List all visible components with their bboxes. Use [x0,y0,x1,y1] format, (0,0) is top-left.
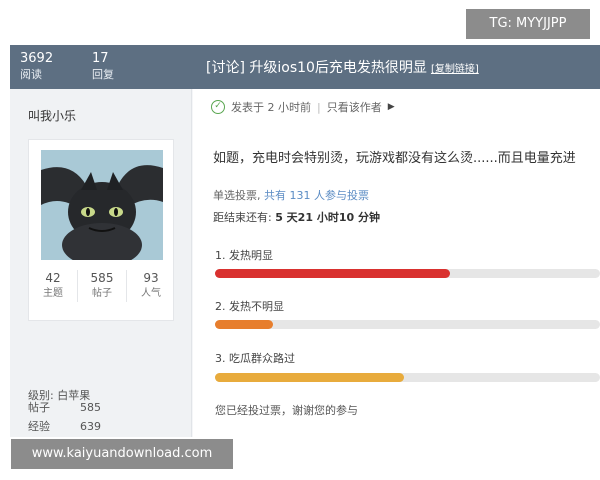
author-username[interactable]: 叫我小乐 [28,107,76,124]
poll-option-bar-fill [215,269,450,278]
author-stat-value: 42 [45,271,61,285]
poll-option-bar [215,320,600,329]
author-stat-value: 93 [143,271,159,285]
poll-deadline-value: 5 天21 小时10 分钟 [275,211,380,224]
online-status-icon: ✓ [211,100,225,114]
reply-count-block: 17 回复 [92,51,114,83]
author-meta-key: 帖子 [28,401,50,414]
author-profile-card: 42 主题 585 帖子 93 人气 [28,139,174,321]
copy-link-button[interactable]: [复制链接] [431,64,479,75]
watermark-bottom: www.kaiyuandownload.com [11,439,233,469]
author-meta-value: 585 [80,401,101,414]
author-stat-topics[interactable]: 42 主题 [29,270,78,302]
poll-option-label: 2. 发热不明显 [215,300,284,313]
only-author-link[interactable]: 只看该作者 [327,99,382,115]
poll-info: 单选投票, 共有 131 人参与投票 [213,187,369,203]
poll-option-bar [215,373,600,382]
author-sidebar: 叫我小乐 42 主题 585 帖子 93 人气 级别: 白苹果 [10,89,192,437]
author-stat-posts[interactable]: 585 帖子 [78,270,127,302]
thread-title-area: [讨论] 升级ios10后充电发热很明显 [复制链接] [192,45,600,89]
poll-type: 单选投票, [213,189,261,202]
poll-deadline-label: 距结束还有: [213,211,276,224]
poll-deadline: 距结束还有: 5 天21 小时10 分钟 [213,209,380,225]
post-body: 如题，充电时会特别烫，玩游戏都没有这么烫......而且电量充进 [213,151,576,166]
watermark-top: TG: MYYJJPP [466,9,590,39]
avatar-dragon-image [41,150,163,260]
thread-title: [讨论] 升级ios10后充电发热很明显 [206,60,427,76]
caret-right-icon[interactable]: ▶ [388,102,395,112]
poll-option-bar [215,269,600,278]
avatar[interactable] [41,150,163,260]
view-count-block: 3692 阅读 [20,51,53,83]
author-stat-label: 帖子 [92,288,112,299]
post-meta: ✓ 发表于 2 小时前 | 只看该作者 ▶ [211,99,395,115]
author-meta-value: 639 [80,420,101,433]
author-meta-exp: 经验 639 [28,418,118,434]
author-stat-label: 主题 [43,288,63,299]
divider: | [317,100,321,114]
poll-option-label: 1. 发热明显 [215,249,273,262]
reply-count: 17 [92,51,109,66]
view-count-label: 阅读 [20,68,42,81]
poll-voted-message: 您已经投过票，谢谢您的参与 [215,404,358,417]
author-stats: 42 主题 585 帖子 93 人气 [29,270,175,302]
reply-count-label: 回复 [92,68,114,81]
author-stat-value: 585 [90,271,114,285]
author-meta-posts: 帖子 585 [28,399,118,415]
poll-option-label: 3. 吃瓜群众路过 [215,352,295,365]
post-content-area: ✓ 发表于 2 小时前 | 只看该作者 ▶ 如题，充电时会特别烫，玩游戏都没有这… [193,89,600,437]
poll-option-bar-fill [215,373,404,382]
poll-participants: 共有 131 人参与投票 [264,189,369,202]
author-meta-key: 经验 [28,420,50,433]
post-time: 发表于 2 小时前 [231,101,311,114]
forum-thread-page: 3692 阅读 17 回复 [讨论] 升级ios10后充电发热很明显 [复制链接]… [10,45,600,437]
thread-title-row: [讨论] 升级ios10后充电发热很明显 [复制链接] [206,57,479,77]
view-count: 3692 [20,51,54,66]
poll-option-bar-fill [215,320,273,329]
author-stat-label: 人气 [141,288,161,299]
author-stat-popularity[interactable]: 93 人气 [127,270,175,302]
